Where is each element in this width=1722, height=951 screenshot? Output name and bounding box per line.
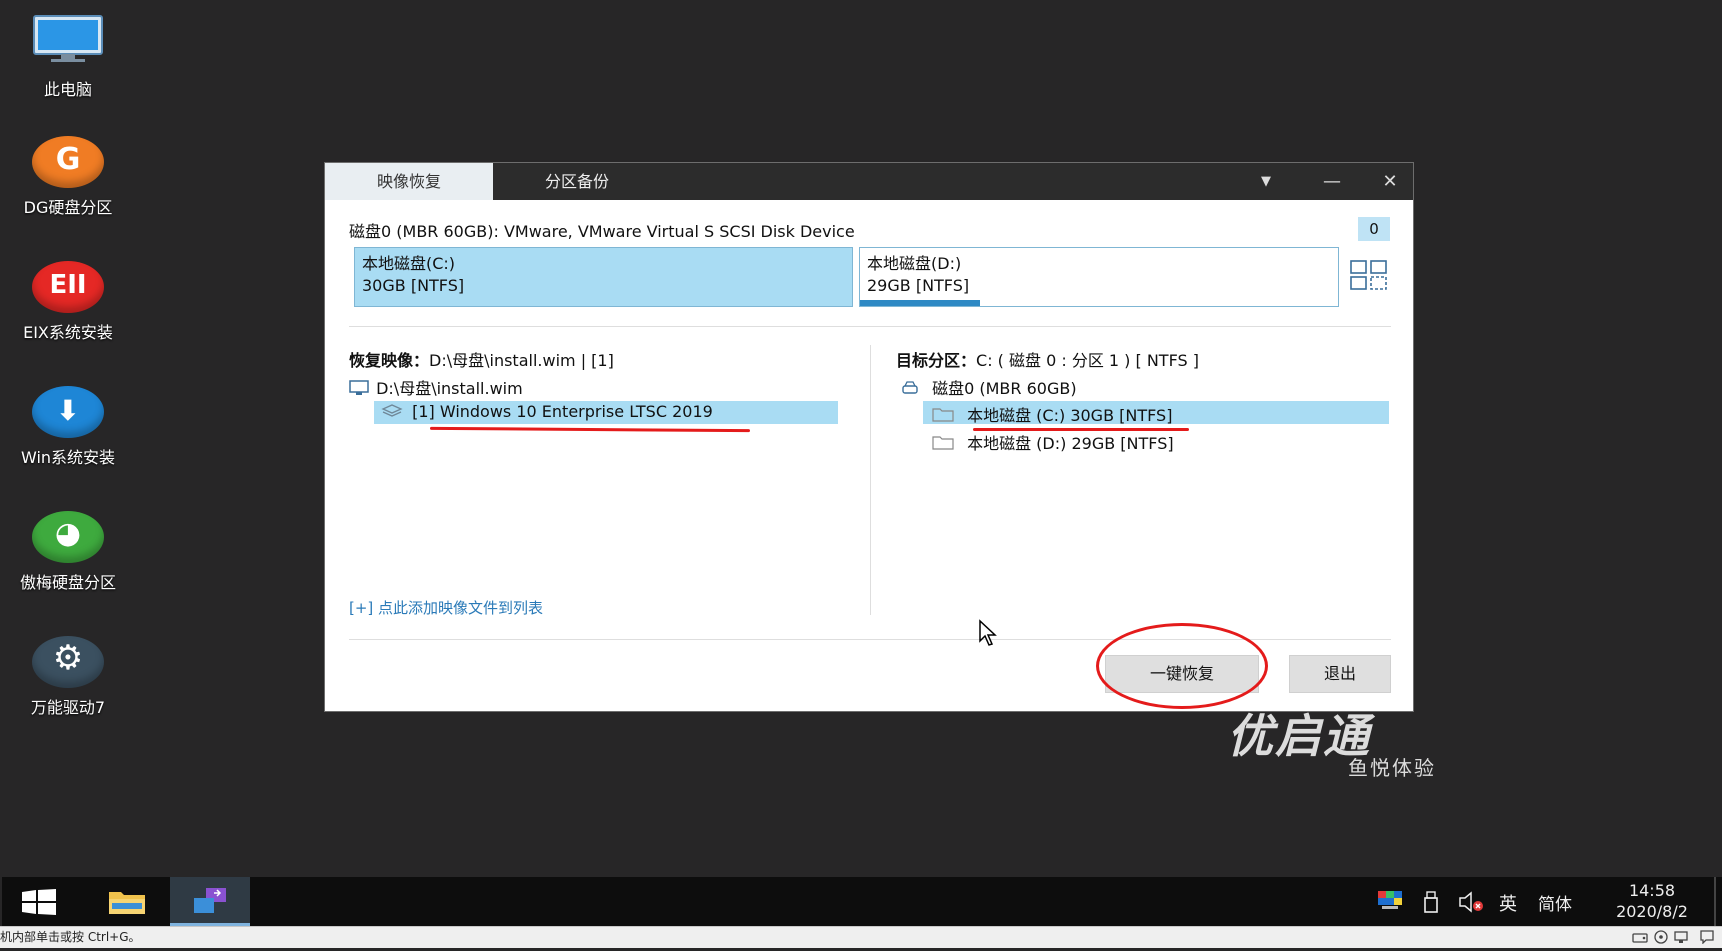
tab-partition-backup[interactable]: 分区备份 (493, 163, 661, 200)
target-partition-value: C: ( 磁盘 0 : 分区 1 ) [ NTFS ] (976, 351, 1199, 370)
win-install-icon: ⬇ (32, 386, 104, 438)
disk-node-label: 磁盘0 (MBR 60GB) (932, 379, 1077, 398)
driver-gear-icon: ⚙ (32, 636, 104, 688)
desktop-icon-label: 傲梅硬盘分区 (19, 573, 116, 592)
image-restore-app-icon (194, 888, 226, 913)
status-hint: 机内部单击或按 Ctrl+G。 (0, 930, 141, 944)
disk-header: 磁盘0 (MBR 60GB): VMware, VMware Virtual S… (349, 222, 855, 241)
folder-icon (932, 435, 962, 454)
minimize-button[interactable]: — (1310, 163, 1354, 200)
partition-d-name: 本地磁盘(D:) (867, 254, 962, 273)
partition-c[interactable]: 本地磁盘(C:) 30GB [NTFS] (354, 247, 853, 307)
desktop-icon-eix-install[interactable]: EII EIX系统安装 (2, 261, 134, 343)
target-partition-label: 目标分区： (896, 351, 977, 370)
taskbar: 英 简体 14:58 2020/8/2 (2, 877, 1722, 926)
clock[interactable]: 14:58 2020/8/2 (1600, 880, 1704, 922)
layers-icon (381, 403, 407, 423)
eix-install-icon: EII (32, 261, 104, 313)
image-file-node[interactable]: D:\母盘\install.wim (349, 375, 523, 400)
desktop-icon-win-install[interactable]: ⬇ Win系统安装 (2, 386, 134, 468)
partition-d-info: 29GB [NTFS] (867, 276, 970, 295)
disk-node[interactable]: 磁盘0 (MBR 60GB) (901, 375, 1077, 399)
desktop-icon-label: 万能驱动7 (30, 698, 106, 717)
view-toggle-icon[interactable] (1349, 259, 1389, 295)
tab-image-restore[interactable]: 映像恢复 (325, 163, 493, 200)
aomei-partition-icon: ◕ (32, 511, 104, 563)
show-desktop-button[interactable] (1714, 877, 1716, 926)
disk-icon (901, 380, 927, 399)
image-file-name: D:\母盘\install.wim (376, 379, 523, 398)
desktop-icon-label: 此电脑 (43, 80, 92, 99)
restore-image-label: 恢复映像： (349, 351, 430, 370)
desktop-icon-driver[interactable]: ⚙ 万能驱动7 (2, 636, 134, 718)
target-d-label: 本地磁盘 (D:) 29GB [NTFS] (967, 434, 1174, 453)
add-image-link[interactable]: [+] 点此添加映像文件到列表 (349, 597, 543, 618)
exit-button[interactable]: 退出 (1289, 655, 1391, 693)
pane-separator (870, 345, 871, 615)
mouse-cursor-icon (978, 619, 1000, 651)
close-button[interactable]: ✕ (1368, 163, 1412, 200)
image-edition-label: [1] Windows 10 Enterprise LTSC 2019 (412, 402, 713, 421)
restore-image-value: D:\母盘\install.wim | [1] (429, 351, 614, 370)
cd-status-icon[interactable] (1654, 930, 1668, 951)
annotation-underline (429, 426, 751, 433)
desktop-icon-dg-disk[interactable]: G DG硬盘分区 (2, 136, 134, 218)
target-d-node[interactable]: 本地磁盘 (D:) 29GB [NTFS] (932, 430, 1174, 454)
color-display-icon[interactable] (1378, 891, 1402, 915)
speaker-muted-icon[interactable] (1458, 891, 1484, 917)
monitor-icon (31, 14, 105, 70)
partition-c-info: 30GB [NTFS] (362, 276, 465, 295)
partition-c-name: 本地磁盘(C:) (362, 254, 456, 273)
restore-image-line: 恢复映像：D:\母盘\install.wim | [1] (349, 347, 614, 371)
computer-icon (349, 379, 371, 400)
folder-icon (932, 407, 962, 426)
dialog-titlebar: 映像恢复 分区备份 ▼ — ✕ (325, 163, 1413, 200)
ime-mode-indicator[interactable]: 简体 (1538, 890, 1572, 915)
partition-d[interactable]: 本地磁盘(D:) 29GB [NTFS] (859, 247, 1339, 307)
vm-status-bar: 机内部单击或按 Ctrl+G。 (0, 926, 1722, 948)
taskbar-active-app[interactable] (170, 877, 250, 926)
network-status-icon[interactable] (1674, 930, 1688, 951)
desktop-icon-label: DG硬盘分区 (23, 198, 113, 217)
file-explorer-icon[interactable] (108, 889, 146, 919)
disk-index-badge[interactable]: 0 (1358, 217, 1390, 241)
divider (349, 326, 1391, 327)
watermark-subtitle: 鱼悦体验 (1348, 756, 1436, 780)
target-c-label: 本地磁盘 (C:) 30GB [NTFS] (967, 406, 1173, 425)
desktop-icon-this-pc[interactable]: 此电脑 (2, 14, 134, 100)
target-partition-line: 目标分区：C: ( 磁盘 0 : 分区 1 ) [ NTFS ] (896, 347, 1199, 371)
usb-device-icon[interactable] (1422, 890, 1440, 918)
desktop-icon-aomei-partition[interactable]: ◕ 傲梅硬盘分区 (2, 511, 134, 593)
image-edition-node[interactable]: [1] Windows 10 Enterprise LTSC 2019 (381, 402, 713, 423)
clock-date: 2020/8/2 (1616, 902, 1688, 921)
start-windows-icon[interactable] (22, 889, 56, 919)
desktop-icon-label: EIX系统安装 (23, 323, 113, 342)
image-restore-dialog: 映像恢复 分区备份 ▼ — ✕ 磁盘0 (MBR 60GB): VMware, … (324, 162, 1414, 712)
partition-d-usage-bar (860, 300, 980, 306)
target-c-node[interactable]: 本地磁盘 (C:) 30GB [NTFS] (932, 402, 1172, 426)
annotation-circle (1096, 623, 1268, 709)
ime-language-indicator[interactable]: 英 (1499, 890, 1517, 916)
desktop-icon-label: Win系统安装 (20, 448, 116, 467)
clock-time: 14:58 (1628, 881, 1676, 900)
message-icon[interactable] (1700, 930, 1714, 951)
dg-disk-icon: G (32, 136, 104, 188)
hdd-status-icon[interactable] (1632, 930, 1648, 951)
dropdown-icon[interactable]: ▼ (1244, 163, 1288, 200)
